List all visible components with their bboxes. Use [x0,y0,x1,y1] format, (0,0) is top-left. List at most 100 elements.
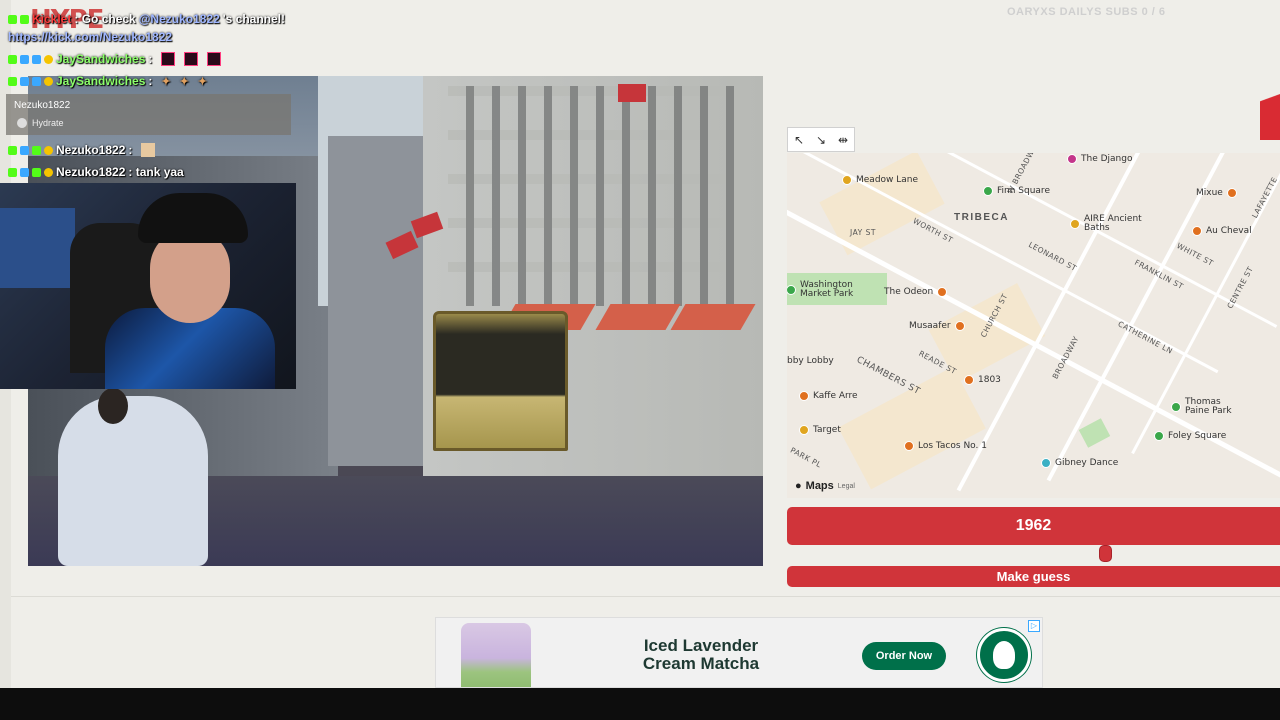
poi-label: Foley Square [1168,431,1227,441]
chat-message: : [128,143,133,157]
star-emote-icon: ✦ [161,75,171,88]
poi-marker-icon [1226,188,1237,198]
chat-line: JaySandwiches : [8,52,222,66]
poi-label: Kaffe Arre [813,391,858,401]
poi-marker-icon [1171,402,1181,412]
poi-label: Washington Market Park [800,280,854,299]
map-poi[interactable]: Target [799,425,841,435]
mod-badge-icon [32,167,41,177]
star-emote-icon: ✦ [179,75,189,88]
map-poi[interactable]: AIRE Ancient Baths [1070,215,1154,233]
photo-flag [618,84,646,102]
make-guess-button[interactable]: Make guess [787,566,1280,587]
chat-message: : tank yaa [128,165,184,179]
maps-logo-text: Maps [805,480,834,492]
poi-label: Target [813,425,841,435]
poi-marker-icon [1192,226,1202,236]
chat-line: Nezuko1822 : [8,143,156,157]
gift-badge-icon [32,54,41,64]
apple-icon: ● [795,480,802,492]
map-neighborhood-label: TRIBECA [954,212,1009,223]
map-poi[interactable]: bby Lobby [787,356,834,366]
chat-username: Nezuko1822 [56,143,126,157]
map-poi[interactable]: Kaffe Arre [799,391,858,401]
poi-marker-icon [937,287,948,297]
adchoices-icon[interactable]: ▷ [1028,620,1040,632]
poi-marker-icon [799,391,809,401]
map-shrink-icon[interactable]: ↖ [794,133,804,147]
poi-label: Gibney Dance [1055,458,1119,468]
kick-badge-icon [8,54,17,64]
emote-icon [184,52,199,66]
ad-order-now-button[interactable]: Order Now [862,642,946,670]
chat-notification: Nezuko1822 Hydrate [6,94,291,135]
emote-icon [161,52,176,66]
map-poi[interactable]: Au Cheval [1192,226,1252,236]
map-expand-icon[interactable]: ↘ [816,133,826,147]
chat-line: JaySandwiches : ✦ ✦ ✦ [8,74,207,88]
gift-badge-icon [32,76,41,86]
ad-headline: Iced Lavender Cream Matcha [642,636,760,673]
mod-badge-icon [20,14,29,24]
notification-text: Hydrate [32,118,64,128]
map-resize-icon[interactable]: ⇹ [838,133,848,147]
year-slider-thumb[interactable] [1099,545,1112,562]
kick-badge-icon [8,14,17,24]
map-street-label: LAFAYETTE [1250,175,1280,220]
map-poi[interactable]: Los Tacos No. 1 [904,441,987,451]
map-poi[interactable]: Mixue [1196,188,1237,198]
map-poi[interactable]: Musaafer [909,321,965,331]
poi-label: 1803 [978,375,1001,385]
year-value: 1962 [1015,517,1052,534]
poi-label: Musaafer [909,321,951,331]
photo-building-mid [328,136,428,466]
chat-username: JaySandwiches [56,52,146,66]
guess-map[interactable]: TRIBECA W BROADWAY WORTH ST JAY ST LEONA… [787,153,1280,498]
poi-label: Meadow Lane [856,175,919,185]
map-poi[interactable]: Thomas Paine Park [1171,398,1245,416]
poi-marker-icon [787,285,796,295]
poi-marker-icon [964,375,974,385]
map-poi[interactable]: Gibney Dance [1041,458,1118,468]
sub-badge-icon [20,167,29,177]
legal-link[interactable]: Legal [838,483,855,490]
map-poi[interactable]: Meadow Lane [842,175,918,185]
ad-drink-image [461,623,531,687]
year-slider[interactable] [787,545,1280,562]
poi-label: The Django [1081,154,1133,164]
chat-username: Nezuko1822 [56,165,126,179]
map-poi[interactable]: Finn Square [983,186,1050,196]
hydrate-icon [17,118,27,128]
map-street-label: WHITE ST [1175,241,1216,268]
photo-person-head [98,388,128,424]
poi-label: AIRE Ancient Baths [1084,214,1142,233]
map-poi[interactable]: Washington Market Park [787,281,870,299]
chat-link[interactable]: https://kick.com/Nezuko1822 [8,30,172,44]
kick-badge-icon [8,76,17,86]
chat-message-suffix: 's channel! [222,12,285,26]
poi-marker-icon [983,186,993,196]
poi-label: Finn Square [997,186,1050,196]
webcam-cap [138,193,248,243]
photo-trolley [433,311,568,451]
poi-label: Au Cheval [1206,226,1252,236]
notification-username: Nezuko1822 [14,100,71,111]
chat-username: Kicklet [32,12,72,26]
sub-badge-icon [20,54,29,64]
map-poi[interactable]: 1803 [964,375,1001,385]
poi-marker-icon [842,175,852,185]
emote-icon [207,52,222,66]
starbucks-logo-icon [977,628,1031,682]
sub-badge-icon [20,145,29,155]
ad-banner[interactable]: Iced Lavender Cream Matcha Order Now ▷ [435,617,1043,688]
poi-label: bby Lobby [787,356,834,366]
map-poi[interactable]: The Django [1067,154,1132,164]
map-poi[interactable]: Foley Square [1154,431,1226,441]
poi-label: Mixue [1196,188,1223,198]
chat-message: : [148,74,153,88]
map-poi[interactable]: The Odeon [884,287,948,297]
photo-windows [448,86,748,306]
map-toolbar: ↖ ↘ ⇹ [787,127,855,152]
emoji-badge-icon [44,145,53,155]
webcam-monitor [0,208,75,288]
